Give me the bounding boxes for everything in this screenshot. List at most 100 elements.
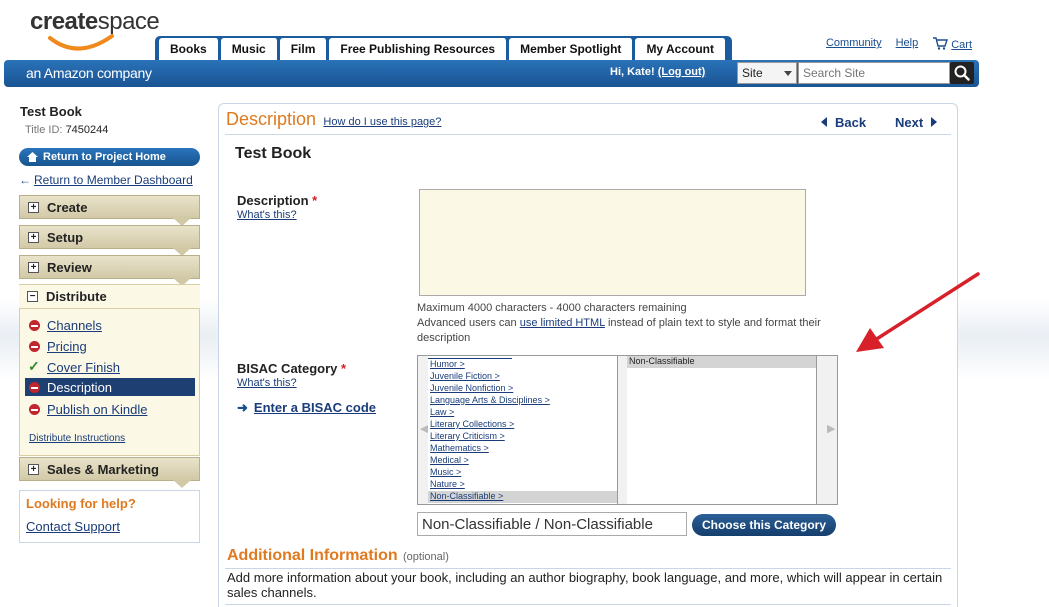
bisac-category-link[interactable]: Language Arts & Disciplines > — [430, 395, 550, 405]
bisac-category-link[interactable]: Non-Classifiable > — [430, 491, 503, 501]
bisac-category-link[interactable]: Juvenile Nonfiction > — [430, 383, 513, 393]
description-label-text: Description — [237, 193, 309, 208]
search-input[interactable] — [798, 62, 950, 84]
cart-link-wrap[interactable]: Cart — [932, 37, 972, 51]
logout-link[interactable]: (Log out) — [658, 66, 706, 78]
title-id-value: 7450244 — [65, 124, 109, 136]
sidebar-section-review[interactable]: + Review — [19, 255, 200, 286]
bisac-category-link[interactable]: Literary Criticism > — [430, 431, 505, 441]
sidebar-item-label[interactable]: Description — [47, 380, 112, 395]
list-item[interactable]: Humor > — [428, 359, 617, 371]
search-icon — [954, 65, 970, 81]
bisac-category-link[interactable]: Humor > — [430, 359, 465, 369]
chevron-down-icon — [784, 71, 792, 76]
next-button[interactable]: Next — [895, 115, 938, 130]
tab-my-account[interactable]: My Account — [635, 38, 726, 60]
list-item[interactable]: Medical > — [428, 455, 617, 467]
divider — [225, 604, 951, 605]
bisac-category-list[interactable]: Humor > Juvenile Fiction > Juvenile Nonf… — [428, 356, 618, 504]
sidebar-item-publish-on-kindle[interactable]: Publish on Kindle — [25, 400, 195, 418]
sidebar-item-label[interactable]: Pricing — [47, 339, 87, 354]
bisac-category-link[interactable]: Literary Collections > — [430, 419, 514, 429]
list-item[interactable]: Literary Criticism > — [428, 431, 617, 443]
bisac-subcategory-list[interactable]: Non-Classifiable — [627, 356, 817, 504]
sidebar-item-channels[interactable]: Channels — [25, 316, 195, 334]
description-notes: Maximum 4000 characters - 4000 character… — [417, 301, 827, 346]
return-to-dashboard-link[interactable]: Return to Member Dashboard — [34, 173, 193, 187]
html-note: Advanced users can use limited HTML inst… — [417, 316, 827, 346]
bisac-category-link[interactable]: Mathematics > — [430, 443, 489, 453]
main-panel: Description How do I use this page? Back… — [218, 103, 958, 607]
description-textarea[interactable] — [419, 189, 806, 296]
enter-bisac-code[interactable]: ➜ Enter a BISAC code — [237, 400, 376, 416]
choose-category-button[interactable]: Choose this Category — [692, 514, 836, 536]
sidebar-item-label[interactable]: Channels — [47, 318, 102, 333]
list-item[interactable]: Juvenile Fiction > — [428, 371, 617, 383]
sidebar-section-create[interactable]: + Create — [19, 195, 200, 226]
list-item[interactable]: Language Arts & Disciplines > — [428, 395, 617, 407]
back-label: Back — [835, 115, 867, 130]
list-item[interactable]: Nature > — [428, 479, 617, 491]
list-item-selected[interactable]: Non-Classifiable — [627, 356, 816, 368]
list-item[interactable]: Law > — [428, 407, 617, 419]
greeting: Hi, Kate! (Log out) — [610, 66, 705, 78]
search-button[interactable] — [950, 62, 974, 84]
sidebar-section-setup[interactable]: + Setup — [19, 225, 200, 256]
createspace-logo[interactable]: createspace — [30, 8, 160, 51]
bisac-category-link[interactable]: Music > — [430, 467, 461, 477]
logo-text-create: create — [30, 8, 98, 35]
cart-icon — [933, 37, 949, 50]
return-to-dashboard[interactable]: ← Return to Member Dashboard — [19, 173, 193, 187]
tab-film[interactable]: Film — [279, 38, 328, 60]
cart-link[interactable]: Cart — [951, 39, 972, 51]
page-title: Description — [226, 109, 317, 129]
scroll-right-icon[interactable]: ▶ — [827, 422, 835, 435]
sidebar-section-distribute[interactable]: − Distribute — [19, 285, 200, 309]
sidebar-section-label: Review — [47, 260, 92, 275]
return-to-project-home-label: Return to Project Home — [43, 151, 166, 163]
list-item[interactable]: Mathematics > — [428, 443, 617, 455]
bisac-whats-this-link[interactable]: What's this? — [237, 377, 297, 389]
community-link[interactable]: Community — [826, 37, 882, 51]
help-link[interactable]: Help — [896, 37, 919, 51]
sidebar-item-description[interactable]: Description — [25, 378, 195, 396]
incomplete-icon — [29, 320, 40, 331]
return-to-project-home-button[interactable]: Return to Project Home — [19, 148, 200, 166]
sidebar-item-cover-finish[interactable]: ✓ Cover Finish — [25, 358, 195, 376]
expand-icon: + — [28, 262, 39, 273]
search-scope-select[interactable]: Site — [737, 62, 797, 84]
distribute-instructions-link[interactable]: Distribute Instructions — [29, 433, 125, 444]
sidebar-item-pricing[interactable]: Pricing — [25, 337, 195, 355]
list-item[interactable]: Literary Collections > — [428, 419, 617, 431]
page-header: Description How do I use this page? — [226, 109, 441, 130]
incomplete-icon — [29, 382, 40, 393]
list-item[interactable]: Juvenile Nonfiction > — [428, 383, 617, 395]
bisac-category-link[interactable]: Nature > — [430, 479, 465, 489]
sidebar-item-label[interactable]: Publish on Kindle — [47, 402, 147, 417]
bisac-category-link[interactable]: Medical > — [430, 455, 469, 465]
tab-member-spotlight[interactable]: Member Spotlight — [509, 38, 634, 60]
contact-support-link[interactable]: Contact Support — [26, 519, 120, 534]
distribute-panel: − Distribute Channels Pricing ✓ Cover Fi… — [19, 284, 200, 456]
expand-icon: + — [28, 232, 39, 243]
incomplete-icon — [29, 404, 40, 415]
tab-free-publishing-resources[interactable]: Free Publishing Resources — [329, 38, 508, 60]
bisac-category-link[interactable]: Law > — [430, 407, 454, 417]
sidebar-item-label[interactable]: Cover Finish — [47, 360, 120, 375]
how-to-use-link[interactable]: How do I use this page? — [323, 116, 441, 128]
list-item[interactable]: Music > — [428, 467, 617, 479]
back-button[interactable]: Back — [821, 115, 866, 130]
arrow-left-icon: ← — [19, 173, 31, 187]
sidebar-section-label: Distribute — [46, 289, 107, 304]
bisac-browser: ◀ Humor > Juvenile Fiction > Juvenile No… — [417, 355, 838, 505]
tab-books[interactable]: Books — [159, 38, 219, 60]
tab-music[interactable]: Music — [220, 38, 278, 60]
bisac-category-link[interactable]: Juvenile Fiction > — [430, 371, 500, 381]
description-whats-this-link[interactable]: What's this? — [237, 209, 297, 221]
limited-html-link[interactable]: use limited HTML — [520, 317, 605, 329]
arrow-left-icon — [821, 117, 827, 127]
sidebar-section-sales-marketing[interactable]: + Sales & Marketing — [19, 457, 200, 488]
list-item-selected[interactable]: Non-Classifiable > — [428, 491, 617, 503]
enter-bisac-code-link[interactable]: Enter a BISAC code — [254, 400, 376, 415]
collapse-icon: − — [27, 291, 38, 302]
